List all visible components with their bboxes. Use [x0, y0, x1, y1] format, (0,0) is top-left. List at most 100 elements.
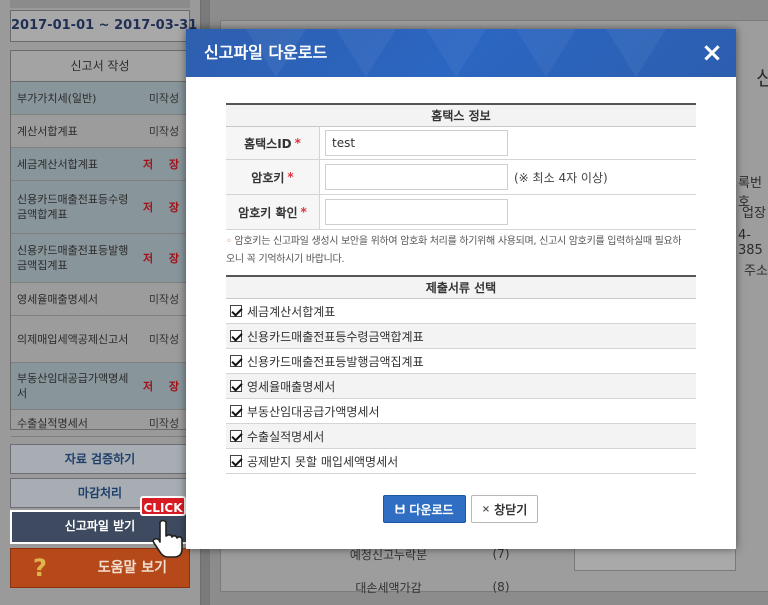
- document-item[interactable]: 수출실적명세서: [226, 424, 696, 449]
- password-label-text: 암호키: [251, 170, 285, 185]
- form-row-name: 부동산임대공급가액명세서: [17, 372, 129, 400]
- save-icon: [395, 504, 405, 514]
- document-item[interactable]: 영세율매출명세서: [226, 374, 696, 399]
- document-label: 신용카드매출전표등발행금액집계표: [247, 354, 424, 369]
- form-row-status: 저 장: [142, 252, 186, 265]
- checkbox-checked[interactable]: [230, 405, 242, 417]
- form-row-name: 계산서합계표: [17, 124, 78, 138]
- form-row-name: 신용카드매출전표등수령금액합계표: [17, 193, 129, 221]
- form-row-name: 세금계산서합계표: [17, 157, 98, 171]
- password-confirm-row: 암호키 확인 *: [226, 195, 696, 230]
- page-heading-fragment: 신: [756, 66, 768, 90]
- password-notice: ◦ 암호키는 신고파일 생성시 보안을 위하여 암호화 처리를 하기위해 사용되…: [226, 233, 696, 269]
- form-row[interactable]: 부동산임대공급가액명세서 저 장: [11, 363, 189, 410]
- password-confirm-input[interactable]: [325, 199, 508, 225]
- document-label: 영세율매출명세서: [247, 379, 336, 394]
- checkbox-checked[interactable]: [230, 305, 242, 317]
- required-mark: *: [294, 136, 301, 150]
- form-row[interactable]: 계산서합계표 미작성: [11, 115, 189, 148]
- hometax-id-label: 홈택스ID *: [226, 127, 320, 159]
- dialog-title: 신고파일 다운로드: [204, 43, 328, 62]
- hometax-id-label-text: 홈택스ID: [244, 136, 292, 151]
- required-mark: *: [287, 170, 294, 184]
- document-item[interactable]: 공제받지 못할 매입세액명세서: [226, 449, 696, 474]
- password-label: 암호키 *: [226, 160, 320, 194]
- summary-row-label: 대손세액가감: [355, 580, 422, 595]
- checkbox-checked[interactable]: [230, 430, 242, 442]
- password-confirm-cell: [320, 195, 696, 229]
- dialog-header: 신고파일 다운로드 ×: [186, 29, 736, 77]
- form-row-name: 신용카드매출전표등발행금액집계표: [17, 244, 129, 272]
- password-row: 암호키 * (※ 최소 4자 이상): [226, 160, 696, 195]
- panel-title: 신고서 작성: [11, 51, 189, 82]
- close-window-button-label: 창닫기: [494, 502, 528, 517]
- value-fragment: 4-385: [738, 228, 763, 258]
- checkbox-checked[interactable]: [230, 355, 242, 367]
- hometax-section-title: 홈택스 정보: [226, 103, 696, 127]
- label-fragment-address: 주소: [744, 264, 768, 279]
- pointer-hand-icon: [152, 519, 183, 558]
- documents-section-title: 제출서류 선택: [226, 275, 696, 299]
- question-icon: ?: [33, 554, 47, 582]
- form-row-status: 미작성: [148, 125, 180, 138]
- notice-bullet: ◦: [226, 236, 232, 247]
- verify-data-button[interactable]: 자료 검증하기: [10, 444, 190, 474]
- checkbox-checked[interactable]: [230, 330, 242, 342]
- checkbox-checked[interactable]: [230, 380, 242, 392]
- summary-row-num: (8): [492, 580, 510, 594]
- download-button-label: 다운로드: [409, 502, 454, 517]
- document-label: 세금계산서합계표: [247, 304, 336, 319]
- summary-row: 대손세액가감 (8): [306, 573, 556, 601]
- form-row-status: 저 장: [142, 158, 186, 171]
- document-item[interactable]: 세금계산서합계표: [226, 299, 696, 324]
- sidebar-top-strip: [10, 0, 190, 8]
- form-row-status: 저 장: [142, 380, 186, 393]
- form-row-name: 의제매입세액공제신고서: [17, 332, 129, 346]
- document-label: 수출실적명세서: [247, 429, 325, 444]
- notice-line-1: 암호키는 신고파일 생성시 보안을 위하여 암호화 처리를 하기위해 사용되며,…: [234, 236, 682, 247]
- form-row-status: 저 장: [142, 201, 186, 214]
- document-item[interactable]: 신용카드매출전표등수령금액합계표: [226, 324, 696, 349]
- notice-line-2: 오니 꼭 기억하시기 바랍니다.: [226, 254, 345, 265]
- hometax-id-row: 홈택스ID *: [226, 127, 696, 160]
- period-display[interactable]: 2017-01-01 ~ 2017-03-31: [10, 10, 197, 42]
- form-row-name: 수출실적명세서: [17, 416, 88, 430]
- summary-row-num: (7): [492, 547, 510, 561]
- form-row[interactable]: 신용카드매출전표등발행금액집계표 저 장: [11, 234, 189, 283]
- document-label: 부동산임대공급가액명세서: [247, 404, 380, 419]
- form-row-name: 부가가치세(일반): [17, 91, 97, 105]
- hometax-id-cell: [320, 127, 696, 159]
- click-badge: CLICK: [140, 496, 186, 516]
- password-confirm-label-text: 암호키 확인: [238, 205, 298, 220]
- form-row-status: 미작성: [148, 92, 180, 105]
- form-row[interactable]: 부가가치세(일반) 미작성: [11, 82, 189, 115]
- required-mark: *: [300, 205, 307, 219]
- help-button-label: 도움말 보기: [97, 560, 167, 576]
- checkbox-checked[interactable]: [230, 455, 242, 467]
- close-x-icon: ×: [481, 503, 491, 515]
- return-form-panel: 신고서 작성 부가가치세(일반) 미작성 계산서합계표 미작성 세금계산서합계표…: [10, 50, 190, 437]
- label-fragment-business: 업장: [742, 206, 766, 221]
- form-row[interactable]: 수출실적명세서 미작성: [11, 410, 189, 437]
- document-label: 신용카드매출전표등수령금액합계표: [247, 329, 424, 344]
- form-row-status: 미작성: [148, 293, 180, 306]
- password-input[interactable]: [325, 164, 508, 190]
- form-row[interactable]: 의제매입세액공제신고서 미작성: [11, 316, 189, 363]
- download-button[interactable]: 다운로드: [383, 495, 466, 523]
- document-label: 공제받지 못할 매입세액명세서: [247, 454, 399, 469]
- hometax-id-input[interactable]: [325, 130, 508, 156]
- document-item[interactable]: 신용카드매출전표등발행금액집계표: [226, 349, 696, 374]
- form-row-status: 미작성: [148, 333, 180, 346]
- form-row[interactable]: 신용카드매출전표등수령금액합계표 저 장: [11, 181, 189, 234]
- form-row-name: 영세율매출명세서: [17, 292, 98, 306]
- download-dialog: 신고파일 다운로드 × 홈택스 정보 홈택스ID* 암호키* (※ 최소 4자 …: [186, 29, 736, 549]
- password-cell: (※ 최소 4자 이상): [320, 160, 696, 194]
- close-window-button[interactable]: × 창닫기: [471, 495, 538, 523]
- form-row-status: 미작성: [148, 417, 180, 430]
- password-hint: (※ 최소 4자 이상): [514, 170, 608, 185]
- form-row[interactable]: 세금계산서합계표 저 장: [11, 148, 189, 181]
- password-confirm-label: 암호키 확인 *: [226, 195, 320, 229]
- close-icon[interactable]: ×: [698, 39, 726, 67]
- document-item[interactable]: 부동산임대공급가액명세서: [226, 399, 696, 424]
- form-row[interactable]: 영세율매출명세서 미작성: [11, 283, 189, 316]
